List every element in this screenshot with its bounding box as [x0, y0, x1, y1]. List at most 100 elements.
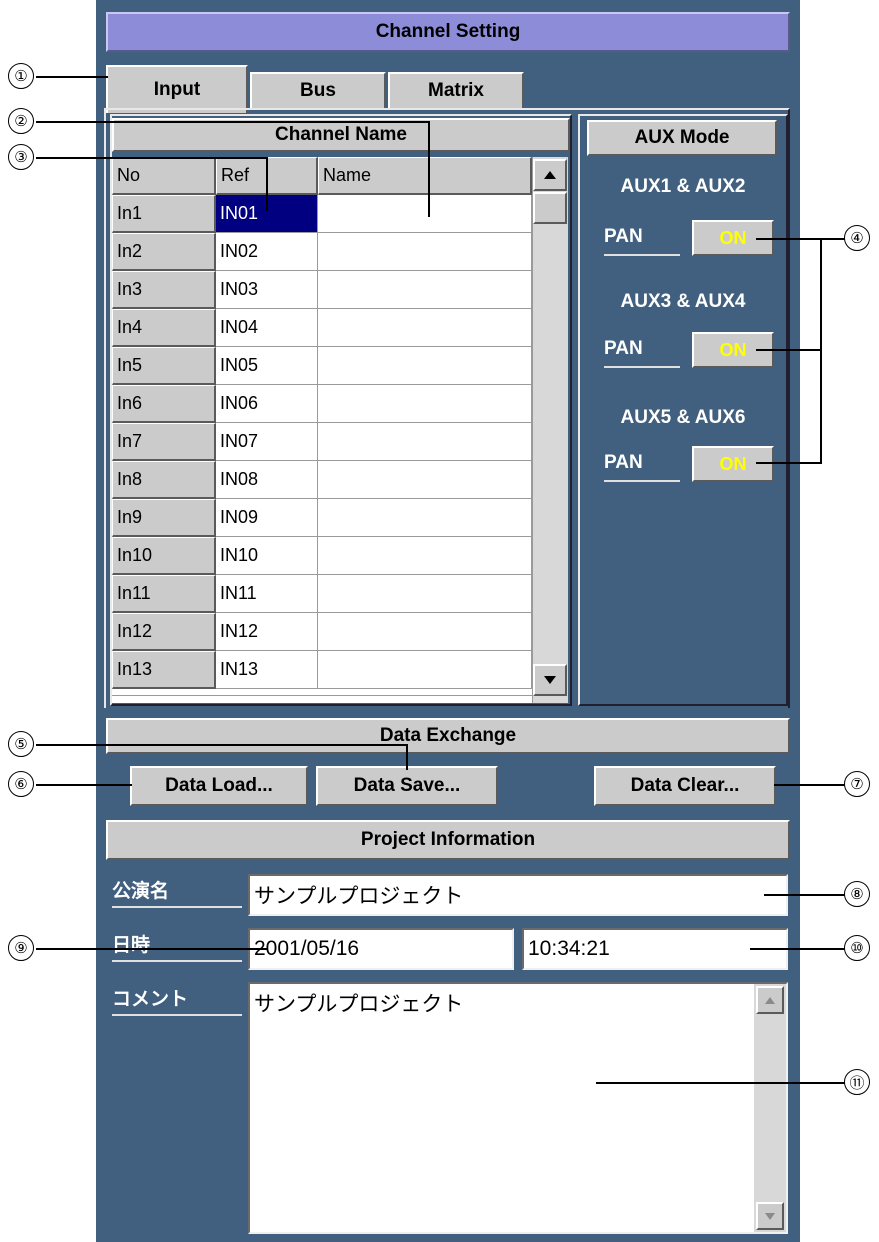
- callout-line-4-b: [756, 349, 822, 351]
- callout-6: ⑥: [8, 771, 34, 797]
- row-number-cell[interactable]: In11: [112, 575, 216, 613]
- callout-line-3-v: [266, 157, 268, 211]
- name-cell[interactable]: [318, 499, 532, 537]
- comment-scroll-up[interactable]: [756, 986, 784, 1014]
- callout-line-1: [36, 76, 108, 78]
- name-cell[interactable]: [318, 423, 532, 461]
- name-cell[interactable]: [318, 461, 532, 499]
- table-scrollbar[interactable]: [532, 157, 568, 703]
- ref-cell[interactable]: IN09: [216, 499, 318, 537]
- row-number-cell[interactable]: In13: [112, 651, 216, 689]
- data-load-button[interactable]: Data Load...: [130, 766, 308, 806]
- date-field[interactable]: 2001/05/16: [248, 928, 514, 970]
- callout-line-4-a: [756, 238, 846, 240]
- data-exchange-header: Data Exchange: [106, 718, 790, 754]
- scroll-down-button[interactable]: [533, 664, 567, 696]
- row-number-cell[interactable]: In2: [112, 233, 216, 271]
- callout-1: ①: [8, 63, 34, 89]
- name-cell[interactable]: [318, 537, 532, 575]
- row-number-cell[interactable]: In6: [112, 385, 216, 423]
- name-cell[interactable]: [318, 575, 532, 613]
- row-number-cell[interactable]: In1: [112, 195, 216, 233]
- project-info-header: Project Information: [106, 820, 790, 860]
- column-header-name: Name: [318, 157, 532, 195]
- data-clear-button[interactable]: Data Clear...: [594, 766, 776, 806]
- callout-line-5: [36, 744, 408, 746]
- callout-line-4-c: [756, 462, 822, 464]
- data-save-button[interactable]: Data Save...: [316, 766, 498, 806]
- aux-mode-label-2: PAN: [604, 338, 680, 368]
- row-number-cell[interactable]: In12: [112, 613, 216, 651]
- ref-cell[interactable]: IN10: [216, 537, 318, 575]
- aux-mode-label-1: PAN: [604, 226, 680, 256]
- callout-line-5-v: [406, 744, 408, 770]
- callout-line-4-v: [820, 238, 822, 464]
- ref-cell[interactable]: IN06: [216, 385, 318, 423]
- ref-cell[interactable]: IN03: [216, 271, 318, 309]
- channel-name-header: Channel Name: [112, 118, 570, 152]
- row-number-cell[interactable]: In8: [112, 461, 216, 499]
- row-number-cell[interactable]: In10: [112, 537, 216, 575]
- callout-line-8: [764, 894, 846, 896]
- arrow-up-icon: [544, 171, 556, 179]
- ref-cell[interactable]: IN02: [216, 233, 318, 271]
- window-title: Channel Setting: [106, 12, 790, 52]
- tab-matrix[interactable]: Matrix: [388, 72, 524, 108]
- ref-cell[interactable]: IN12: [216, 613, 318, 651]
- name-cell[interactable]: [318, 271, 532, 309]
- callout-line-9: [36, 948, 268, 950]
- callout-line-7: [774, 784, 846, 786]
- arrow-down-icon: [765, 1212, 775, 1220]
- project-name-label: 公演名: [112, 876, 242, 908]
- tab-input[interactable]: Input: [106, 65, 248, 113]
- callout-5: ⑤: [8, 731, 34, 757]
- comment-textarea[interactable]: サンプルプロジェクト: [248, 982, 788, 1234]
- callout-9: ⑨: [8, 935, 34, 961]
- scroll-thumb[interactable]: [533, 192, 567, 224]
- ref-cell[interactable]: IN08: [216, 461, 318, 499]
- ref-cell[interactable]: IN07: [216, 423, 318, 461]
- ref-cell[interactable]: IN04: [216, 309, 318, 347]
- callout-8: ⑧: [844, 881, 870, 907]
- ref-cell[interactable]: IN05: [216, 347, 318, 385]
- ref-cell[interactable]: IN11: [216, 575, 318, 613]
- name-cell[interactable]: [318, 195, 532, 233]
- callout-line-3: [36, 157, 268, 159]
- table-bottom-edge: [112, 695, 532, 703]
- name-cell[interactable]: [318, 385, 532, 423]
- name-cell[interactable]: [318, 309, 532, 347]
- comment-label: コメント: [112, 984, 242, 1016]
- ref-cell[interactable]: IN13: [216, 651, 318, 689]
- callout-7: ⑦: [844, 771, 870, 797]
- name-cell[interactable]: [318, 233, 532, 271]
- column-header-no: No: [112, 157, 216, 195]
- row-number-cell[interactable]: In3: [112, 271, 216, 309]
- callout-line-6: [36, 784, 132, 786]
- callout-line-11: [596, 1082, 846, 1084]
- row-number-cell[interactable]: In7: [112, 423, 216, 461]
- comment-scrollbar[interactable]: [754, 984, 786, 1232]
- name-cell[interactable]: [318, 613, 532, 651]
- name-cell[interactable]: [318, 347, 532, 385]
- time-field[interactable]: 10:34:21: [522, 928, 788, 970]
- row-number-cell[interactable]: In5: [112, 347, 216, 385]
- callout-line-2-v: [428, 121, 430, 217]
- aux-group-label-1: AUX1 & AUX2: [620, 176, 746, 197]
- callout-4: ④: [844, 225, 870, 251]
- comment-scroll-down[interactable]: [756, 1202, 784, 1230]
- comment-text: サンプルプロジェクト: [254, 993, 464, 1016]
- datetime-label: 日時: [112, 930, 242, 962]
- aux-group-label-3: AUX5 & AUX6: [620, 407, 746, 428]
- project-name-field[interactable]: サンプルプロジェクト: [248, 874, 788, 916]
- name-cell[interactable]: [318, 651, 532, 689]
- channel-table: No Ref Name In1 IN01 In2 IN02 In3 IN03 In4 IN04…: [112, 157, 532, 695]
- scroll-up-button[interactable]: [533, 159, 567, 191]
- row-number-cell[interactable]: In4: [112, 309, 216, 347]
- callout-3: ③: [8, 144, 34, 170]
- arrow-up-icon: [765, 996, 775, 1004]
- aux-mode-header: AUX Mode: [587, 120, 777, 156]
- aux56-pan-toggle[interactable]: ON: [692, 446, 774, 482]
- aux-mode-label-3: PAN: [604, 452, 680, 482]
- row-number-cell[interactable]: In9: [112, 499, 216, 537]
- tab-bus[interactable]: Bus: [250, 72, 386, 108]
